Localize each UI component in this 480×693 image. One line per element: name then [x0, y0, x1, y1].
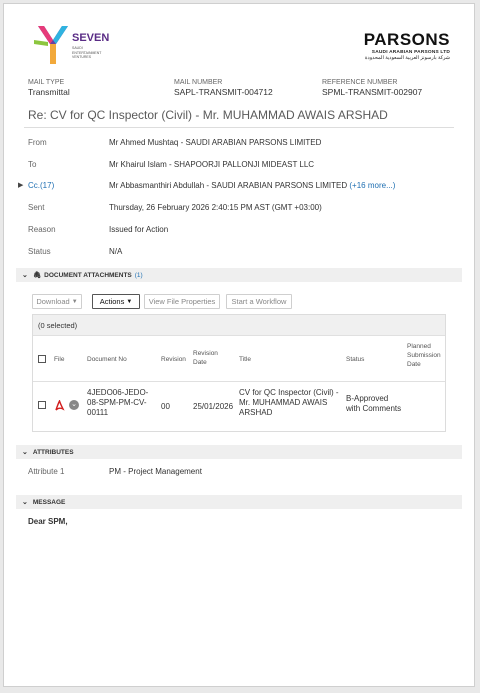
cc-first-recipient: Mr Abbasmanthiri Abdullah - SAUDI ARABIA…	[109, 181, 348, 190]
chevron-down-icon: ⌄	[22, 499, 28, 506]
actions-button[interactable]: Actions ▼	[92, 294, 140, 309]
revision: 00	[161, 402, 170, 411]
cc-label[interactable]: Cc.(17)	[28, 181, 54, 190]
chevron-down-icon: ▼	[126, 298, 133, 305]
sent-value: Thursday, 26 February 2026 2:40:15 PM AS…	[109, 203, 322, 212]
view-file-properties-button[interactable]: View File Properties	[144, 294, 220, 309]
download-button-label: Download	[36, 297, 70, 306]
seven-logo-text: SEVEN	[72, 32, 110, 44]
chevron-down-icon: ▼	[71, 298, 78, 305]
selection-bar: (0 selected)	[33, 315, 445, 336]
message-section-header[interactable]: ⌄ MESSAGE	[16, 495, 462, 509]
message-body: Dear SPM,	[28, 517, 68, 526]
attribute-1-value: PM - Project Management	[109, 467, 202, 476]
attributes-title: ATTRIBUTES	[32, 448, 74, 456]
parsons-logo-text: PARSONS	[363, 30, 450, 49]
attachments-count: (1)	[134, 271, 143, 279]
sent-label: Sent	[28, 203, 45, 212]
to-value: Mr Khairul Islam - SHAPOORJI PALLONJI MI…	[109, 160, 315, 169]
column-header-revision-date[interactable]: Revision Date	[193, 349, 228, 367]
status-value: N/A	[109, 247, 123, 256]
reason-value: Issued for Action	[109, 225, 169, 234]
seven-logo-subtext: SAUDI ENTERTAINMENT VENTURES	[72, 46, 101, 60]
paperclip-icon: 🖇	[32, 272, 42, 279]
chevron-down-icon[interactable]: ⌄	[69, 400, 79, 410]
mail-page: SEVEN SAUDI ENTERTAINMENT VENTURES PARSO…	[3, 3, 475, 687]
attachments-table: (0 selected) File Document No Revision R…	[32, 314, 446, 432]
to-label: To	[28, 160, 37, 169]
column-header-planned-submission-date[interactable]: Planned Submission Date	[407, 342, 447, 369]
document-title: CV for QC Inspector (Civil) - Mr. MUHAMM…	[239, 388, 339, 417]
selected-count: (0 selected)	[38, 321, 78, 330]
select-all-checkbox[interactable]	[38, 355, 46, 363]
expand-cc-icon[interactable]: ▶	[18, 181, 23, 189]
attachments-section-header[interactable]: ⌄ 🖇 DOCUMENT ATTACHMENTS (1)	[16, 268, 462, 282]
status-label: Status	[28, 247, 51, 256]
revision-date: 25/01/2026	[193, 402, 234, 411]
reference-number-label: REFERENCE NUMBER	[322, 79, 398, 86]
message-title: MESSAGE	[32, 498, 66, 506]
chevron-down-icon: ⌄	[22, 272, 28, 279]
column-header-file[interactable]: File	[54, 356, 64, 363]
column-header-status[interactable]: Status	[346, 356, 364, 363]
parsons-logo-arabic: شركة بارسونز العربية السعودية المحدودة	[364, 55, 450, 61]
chevron-down-icon: ⌄	[22, 449, 28, 456]
parsons-logo: PARSONS SAUDI ARABIAN PARSONS LTD شركة ب…	[364, 30, 450, 61]
cc-value: Mr Abbasmanthiri Abdullah - SAUDI ARABIA…	[109, 181, 395, 190]
column-header-document-no[interactable]: Document No	[87, 356, 127, 363]
from-value: Mr Ahmed Mushtaq - SAUDI ARABIAN PARSONS…	[109, 138, 322, 147]
attributes-section-header[interactable]: ⌄ ATTRIBUTES	[16, 445, 462, 459]
mail-type-value: Transmittal	[28, 87, 70, 97]
mail-type-label: MAIL TYPE	[28, 79, 65, 86]
pdf-icon[interactable]	[54, 399, 65, 412]
column-header-title[interactable]: Title	[239, 356, 251, 363]
start-workflow-button[interactable]: Start a Workflow	[226, 294, 292, 309]
mail-number-label: MAIL NUMBER	[174, 79, 223, 86]
column-header-revision[interactable]: Revision	[161, 356, 186, 363]
mail-number-value: SAPL-TRANSMIT-004712	[174, 87, 273, 97]
mail-subject: Re: CV for QC Inspector (Civil) - Mr. MU…	[28, 108, 388, 122]
seven-logo-mark	[34, 26, 68, 64]
reason-label: Reason	[28, 225, 56, 234]
attribute-1-label: Attribute 1	[28, 467, 65, 476]
from-label: From	[28, 138, 47, 147]
download-button[interactable]: Download ▼	[32, 294, 82, 309]
reference-number: REFERENCE NUMBER SPML-TRANSMIT-002907	[322, 79, 422, 97]
mail-number: MAIL NUMBER SAPL-TRANSMIT-004712	[174, 79, 273, 97]
reference-number-value: SPML-TRANSMIT-002907	[322, 87, 423, 97]
divider	[24, 127, 454, 128]
row-checkbox[interactable]	[38, 401, 46, 409]
attachments-title: DOCUMENT ATTACHMENTS	[44, 271, 132, 279]
seven-logo: SEVEN SAUDI ENTERTAINMENT VENTURES	[34, 20, 134, 70]
mail-type: MAIL TYPE Transmittal	[28, 79, 70, 97]
document-status: B-Approved with Comments	[346, 394, 402, 413]
cc-more-link[interactable]: (+16 more...)	[349, 181, 395, 190]
seven-logo-sub3: VENTURES	[72, 55, 92, 59]
document-no[interactable]: 4JEDO06-JEDO-08-SPM-PM-CV-00111	[87, 388, 157, 418]
actions-button-label: Actions	[99, 297, 125, 306]
table-row[interactable]: ⌄ 4JEDO06-JEDO-08-SPM-PM-CV-00111 00 25/…	[33, 382, 445, 430]
